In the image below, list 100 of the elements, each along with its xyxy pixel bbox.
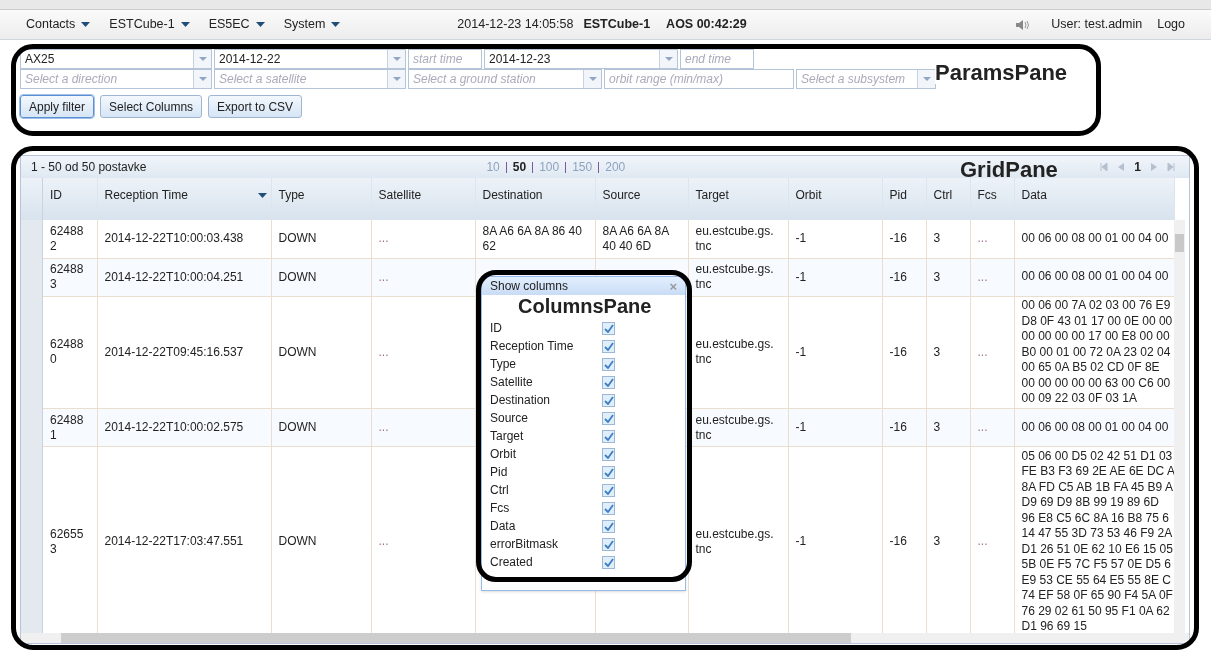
- checkbox[interactable]: [602, 501, 615, 515]
- checkbox[interactable]: [602, 411, 615, 425]
- caret-icon: [81, 22, 91, 27]
- dialog-title: Show columns: [490, 278, 569, 295]
- checkbox[interactable]: [602, 321, 615, 335]
- checkbox[interactable]: [602, 357, 615, 371]
- table-cell: 2014-12-22T10:00:03.438: [97, 220, 271, 258]
- table-cell: -16: [882, 258, 926, 296]
- dropdown-caret-icon: [198, 77, 207, 81]
- satellite-name: ESTCube-1: [583, 16, 651, 34]
- table-cell: -1: [788, 258, 882, 296]
- data-cell: 00 06 00 08 00 01 00 04 00: [1014, 258, 1174, 296]
- menu-item[interactable]: ESTCube-1: [109, 15, 190, 34]
- annotation-label: ColumnsPane: [518, 296, 652, 316]
- column-toggle[interactable]: Fcs: [490, 499, 615, 517]
- menu-item[interactable]: ES5EC: [208, 15, 265, 34]
- table-cell: ...: [371, 408, 475, 447]
- table-cell: ...: [371, 296, 475, 409]
- column-toggle[interactable]: Target: [490, 427, 615, 445]
- checkbox[interactable]: [602, 537, 615, 551]
- filter-button[interactable]: Select Columns: [100, 95, 203, 118]
- table-cell: 8A A6 6A 8A 40 40 6D: [595, 220, 688, 258]
- table-cell: DOWN: [271, 296, 371, 409]
- check-icon: [603, 539, 614, 549]
- checkbox[interactable]: [602, 555, 615, 569]
- checkbox[interactable]: [602, 393, 615, 407]
- dropdown-caret-icon: [922, 77, 931, 81]
- dropdown-caret-icon: [664, 57, 673, 61]
- table-cell: 2014-12-22T10:00:02.575: [97, 408, 271, 447]
- column-toggle[interactable]: Ctrl: [490, 481, 615, 499]
- horizontal-scrollbar[interactable]: [21, 633, 1189, 643]
- table-cell: -1: [788, 408, 882, 447]
- logout-link[interactable]: Logo: [1157, 15, 1185, 34]
- filter-button[interactable]: Export to CSV: [208, 95, 303, 118]
- select-field[interactable]: 2014-12-23: [484, 49, 678, 69]
- table-cell: -16: [882, 408, 926, 447]
- column-toggle[interactable]: Data: [490, 517, 615, 535]
- table-cell: -16: [882, 220, 926, 258]
- check-icon: [603, 431, 614, 441]
- table-cell: -1: [788, 296, 882, 409]
- checkbox[interactable]: [602, 483, 615, 497]
- page-size-link[interactable]: 50: [512, 158, 527, 176]
- table-cell: ...: [371, 258, 475, 296]
- column-toggle[interactable]: Type: [490, 355, 615, 373]
- table-cell: DOWN: [271, 220, 371, 258]
- check-icon: [603, 359, 614, 369]
- table-cell: eu.estcube.gs. tnc: [688, 258, 788, 296]
- menu-item[interactable]: System: [283, 15, 341, 34]
- column-toggle[interactable]: Source: [490, 409, 615, 427]
- data-cell: 00 06 00 7A 02 03 00 76 E9 D8 0F 43 01 17 00 0E 00 00 00 00 00 00 17 00 E8 00 00 B0 00 01 00 72 0A 23 02 04 00 65 0A B5 02 CD 0F 8E 00 00 00 00 00 63 00 C6 00 00 09 22 03 0F 03 1A: [1014, 296, 1174, 409]
- check-icon: [603, 557, 614, 567]
- check-icon: [603, 341, 614, 351]
- check-icon: [603, 467, 614, 477]
- menu-item[interactable]: Contacts: [26, 15, 91, 34]
- speaker-icon[interactable]: [1015, 18, 1032, 31]
- checkbox[interactable]: [602, 429, 615, 443]
- column-toggle[interactable]: Orbit: [490, 445, 615, 463]
- checkbox[interactable]: [602, 375, 615, 389]
- dropdown-caret-icon: [392, 77, 401, 81]
- column-toggle[interactable]: ID: [490, 319, 615, 337]
- table-cell: 624882: [43, 220, 97, 258]
- table-cell: eu.estcube.gs. tnc: [688, 408, 788, 447]
- column-toggle[interactable]: Satellite: [490, 373, 615, 391]
- select-field[interactable]: AX25: [20, 49, 212, 69]
- check-icon: [603, 377, 614, 387]
- checkbox[interactable]: [602, 339, 615, 353]
- checkbox[interactable]: [602, 519, 615, 533]
- checkbox[interactable]: [602, 465, 615, 479]
- filter-button[interactable]: Apply filter: [20, 95, 95, 118]
- table-cell: ...: [371, 220, 475, 258]
- check-icon: [603, 323, 614, 333]
- table-cell: eu.estcube.gs. tnc: [688, 296, 788, 409]
- column-toggle[interactable]: Created: [490, 553, 615, 571]
- table-cell: 2014-12-22T09:45:16.537: [97, 296, 271, 409]
- data-cell: 00 06 00 08 00 01 00 04 00: [1014, 220, 1174, 258]
- column-toggle[interactable]: errorBitmask: [490, 535, 615, 553]
- table-cell: ...: [970, 258, 1014, 296]
- table-cell: 624881: [43, 408, 97, 447]
- data-cell: 05 06 00 D5 02 42 51 D1 03 FE B3 F3 69 2E AE 6E DC A 8A FD C5 AB 1B FA 45 B9 A D9 69 D9 8B 99 19 89 6D 96 E8 C5 6C 8A 16 B8 75 6 14 47 55 3D 73 53 46 F9 2A D1 26 51 0E 62 10 E6 15 05 5B 0E F5 7C F5 57 0E D5 6 E9 53 CE 55 64 E5 55 8E C 74 EF 58 0F 65 90 F4 5A 0F 76 29 02 61 50 95 F1 0A 62 D1 96 69 15: [1014, 446, 1174, 637]
- table-cell: ...: [970, 220, 1014, 258]
- table-cell: 3: [926, 258, 970, 296]
- page-number: 1: [1134, 159, 1141, 176]
- annotation-label: ParamsPane: [935, 62, 1068, 84]
- checkbox[interactable]: [602, 447, 615, 461]
- caret-icon: [255, 22, 265, 27]
- table-cell: 3: [926, 408, 970, 447]
- column-toggle[interactable]: Destination: [490, 391, 615, 409]
- select-field[interactable]: 2014-12-22: [214, 49, 406, 69]
- column-toggle[interactable]: Pid: [490, 463, 615, 481]
- dropdown-caret-icon: [588, 77, 597, 81]
- vertical-scrollbar[interactable]: [1174, 220, 1185, 634]
- check-icon: [603, 485, 614, 495]
- check-icon: [603, 413, 614, 423]
- column-toggle[interactable]: Reception Time: [490, 337, 615, 355]
- check-icon: [603, 503, 614, 513]
- table-cell: ...: [970, 408, 1014, 447]
- table-cell: -16: [882, 296, 926, 409]
- table-cell: 3: [926, 296, 970, 409]
- table-cell: -1: [788, 220, 882, 258]
- dropdown-caret-icon: [392, 57, 401, 61]
